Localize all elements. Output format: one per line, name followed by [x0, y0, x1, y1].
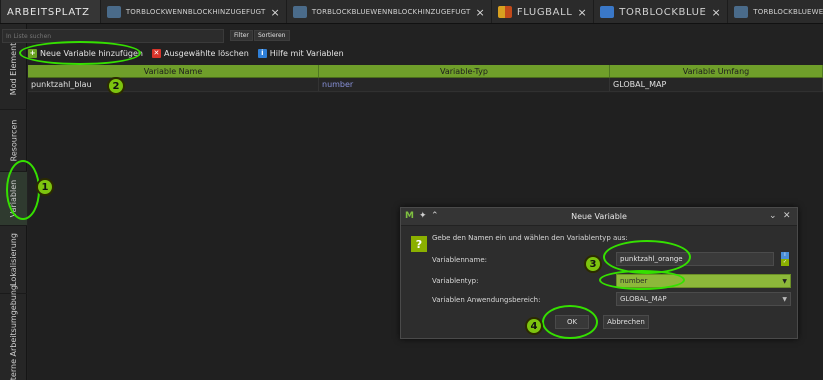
question-icon: ?	[411, 236, 427, 252]
sidebar-item-label: Lokalisierung	[9, 233, 18, 286]
chevron-down-icon[interactable]: ⌄	[769, 211, 777, 221]
variable-scope-value: GLOBAL_MAP	[620, 295, 667, 303]
check-icon: ✓	[781, 259, 789, 266]
dialog-title: Neue Variable	[571, 212, 627, 221]
sidebar-item-label: Mod Elemente	[9, 37, 18, 96]
delete-icon: ✕	[151, 48, 161, 58]
variable-scope-cell[interactable]: GLOBAL_MAP	[610, 78, 823, 91]
help-variables-label: Hilfe mit Variablen	[269, 48, 344, 58]
highlight-variablen	[6, 160, 40, 220]
info-icon: i	[257, 48, 267, 58]
highlight-name-input	[603, 240, 691, 274]
entity-icon	[497, 6, 512, 18]
sidebar-item-lokalisierung[interactable]: Lokalisierung	[0, 226, 27, 294]
chevron-down-icon: ▼	[782, 277, 787, 285]
variable-scope-select[interactable]: GLOBAL_MAP ▼	[616, 292, 791, 306]
dialog-prompt: Gebe den Namen ein und wählen den Variab…	[432, 234, 628, 242]
block-icon	[600, 6, 615, 18]
tab-label: TORBLOCKBLUEWENNENTITATIMBLOCK	[753, 8, 823, 16]
highlight-add-variable	[19, 41, 141, 65]
field-status-icons: i ✓	[781, 252, 789, 266]
event-icon	[734, 6, 749, 18]
highlight-type-select	[599, 270, 685, 290]
tab-label: TORBLOCKWENNBLOCKHINZUGEFUGT	[125, 8, 266, 16]
variable-type-label: Variablentyp:	[432, 277, 479, 285]
step-badge-4: 4	[525, 317, 543, 335]
tab-torblockwennblockhinzugefugt[interactable]: TORBLOCKWENNBLOCKHINZUGEFUGT ×	[101, 0, 287, 23]
new-variable-dialog: M ✦ ⌃ Neue Variable ⌄ ✕ ? Gebe den Namen…	[400, 207, 798, 339]
column-header-name[interactable]: Variable Name	[28, 65, 319, 77]
step-badge-3: 3	[584, 255, 602, 273]
sidebar-item-label: Resourcen	[9, 119, 19, 162]
chevron-down-icon: ▼	[782, 295, 787, 303]
close-icon[interactable]: ×	[475, 6, 484, 19]
tab-torblockbluewennentitatimblock[interactable]: TORBLOCKBLUEWENNENTITATIMBLOCK	[728, 0, 823, 23]
search-input[interactable]	[2, 29, 224, 43]
highlight-ok-button	[542, 305, 598, 339]
sort-button[interactable]: Sortieren	[254, 30, 290, 41]
sidebar-item-externe-arbeitsumgebung[interactable]: Externe Arbeitsumgebung	[0, 285, 27, 380]
variable-scope-label: Variablen Anwendungsbereich:	[432, 296, 541, 304]
cancel-button[interactable]: Abbrechen	[603, 315, 649, 329]
tab-label: FLUGBALL	[516, 6, 573, 18]
table-header: Variable Name Variable-Typ Variable Umfa…	[28, 65, 823, 78]
tab-bar: ARBEITSPLATZ TORBLOCKWENNBLOCKHINZUGEFUG…	[0, 0, 823, 24]
variables-table: Variable Name Variable-Typ Variable Umfa…	[28, 65, 823, 92]
tab-torblockblue[interactable]: TORBLOCKBLUE ×	[594, 0, 729, 23]
close-icon[interactable]: ×	[711, 6, 721, 19]
column-header-type[interactable]: Variable-Typ	[319, 65, 610, 77]
tab-label: TORBLOCKBLUEWENNBLOCKHINZUGEFUGT	[311, 8, 471, 16]
delete-selected-button[interactable]: ✕ Ausgewählte löschen	[151, 48, 249, 58]
tab-flugball[interactable]: FLUGBALL ×	[492, 0, 595, 23]
variable-name-cell[interactable]: punktzahl_blau	[28, 78, 319, 91]
close-icon[interactable]: ✕	[783, 211, 791, 221]
table-row[interactable]: punktzahl_blau number GLOBAL_MAP	[28, 78, 823, 92]
info-icon: i	[781, 252, 789, 259]
close-icon[interactable]: ×	[270, 6, 279, 19]
close-icon[interactable]: ×	[577, 6, 587, 19]
tab-torblockbluewennblockhinzugefugt[interactable]: TORBLOCKBLUEWENNBLOCKHINZUGEFUGT ×	[287, 0, 492, 23]
tab-arbeitsplatz[interactable]: ARBEITSPLATZ	[1, 0, 101, 23]
filter-button[interactable]: Filter	[230, 30, 253, 41]
mcreator-window: ARBEITSPLATZ TORBLOCKWENNBLOCKHINZUGEFUG…	[0, 0, 823, 380]
tab-label: TORBLOCKBLUE	[619, 6, 707, 18]
tab-label: ARBEITSPLATZ	[7, 6, 90, 18]
step-badge-1: 1	[36, 178, 54, 196]
search-row: Filter Sortieren	[0, 29, 823, 43]
help-variables-button[interactable]: i Hilfe mit Variablen	[257, 48, 344, 58]
variable-type-cell[interactable]: number	[319, 78, 610, 91]
column-header-scope[interactable]: Variable Umfang	[610, 65, 823, 77]
sidebar-item-label: Externe Arbeitsumgebung	[9, 284, 19, 380]
variable-name-label: Variablenname:	[432, 256, 487, 264]
event-icon	[106, 6, 121, 18]
step-badge-2: 2	[107, 77, 125, 95]
dialog-titlebar: M ✦ ⌃ Neue Variable ⌄ ✕	[401, 208, 797, 226]
event-icon	[292, 6, 307, 18]
delete-selected-label: Ausgewählte löschen	[163, 48, 249, 58]
